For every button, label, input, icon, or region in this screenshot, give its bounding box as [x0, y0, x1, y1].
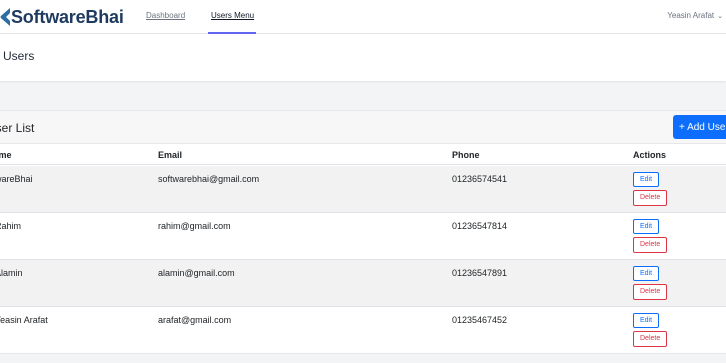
page-title: Users [3, 49, 35, 63]
page-header: Users [0, 34, 726, 81]
delete-button[interactable]: Delete [633, 284, 668, 300]
cell-phone: 01235467452 [452, 315, 508, 325]
table-row: Alamin alamin@gmail.com 01236547891 Edit… [0, 260, 726, 307]
delete-button[interactable]: Delete [633, 190, 668, 206]
cell-name: Alamin [0, 268, 23, 278]
user-menu-dropdown[interactable]: Yeasin Arafat ⌄ [667, 11, 723, 20]
column-header-actions: Actions [633, 150, 667, 160]
edit-button[interactable]: Edit [633, 313, 660, 328]
user-list-card: User List + Add User Name Email Phone Ac… [0, 110, 726, 354]
edit-button[interactable]: Edit [633, 172, 660, 187]
card-title: User List [0, 121, 35, 135]
cell-email: arafat@gmail.com [158, 315, 232, 325]
delete-button[interactable]: Delete [633, 237, 668, 253]
brand-mark-icon [0, 8, 10, 26]
cell-email: rahim@gmail.com [158, 221, 231, 231]
top-navbar: SoftwareBhai Dashboard Users Menu Yeasin… [0, 0, 726, 34]
brand-logo[interactable]: SoftwareBhai [0, 4, 124, 30]
cell-name: Rahim [0, 221, 22, 231]
table-row: Rahim rahim@gmail.com 01236547814 Edit D… [0, 213, 726, 260]
edit-button[interactable]: Edit [633, 266, 660, 281]
delete-button[interactable]: Delete [633, 331, 668, 347]
table-row: Yeasin Arafat arafat@gmail.com 012354674… [0, 307, 726, 353]
cell-email: alamin@gmail.com [158, 268, 235, 278]
cell-email: softwarebhai@gmail.com [158, 174, 260, 184]
nav-link-dashboard[interactable]: Dashboard [146, 11, 185, 20]
column-header-name: Name [0, 150, 12, 160]
table-header: Name Email Phone Actions [0, 145, 726, 165]
column-header-email: Email [158, 150, 183, 160]
cell-phone: 01236574541 [452, 174, 508, 184]
cell-name: Yeasin Arafat [0, 315, 48, 325]
cell-phone: 01236547891 [452, 268, 508, 278]
user-name: Yeasin Arafat [667, 11, 715, 20]
nav-link-users-menu[interactable]: Users Menu [211, 11, 254, 20]
table-row: SoftwareBhai softwarebhai@gmail.com 0123… [0, 166, 726, 213]
edit-button[interactable]: Edit [633, 219, 660, 234]
cell-name: SoftwareBhai [0, 174, 33, 184]
brand-name: SoftwareBhai [11, 6, 124, 27]
column-header-phone: Phone [452, 150, 480, 160]
add-user-button[interactable]: + Add User [673, 115, 726, 139]
card-header: User List + Add User [0, 111, 726, 144]
chevron-down-icon: ⌄ [717, 12, 723, 20]
cell-phone: 01236547814 [452, 221, 508, 231]
